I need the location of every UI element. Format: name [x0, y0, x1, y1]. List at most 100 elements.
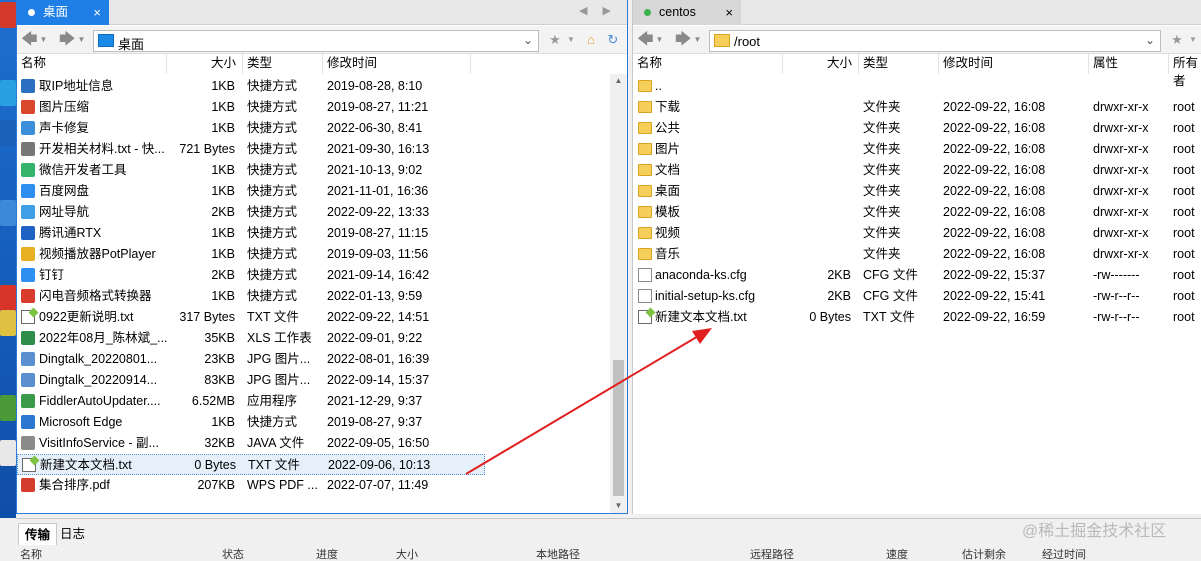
column-header-name[interactable]: 名称	[633, 54, 783, 74]
file-type: JAVA 文件	[247, 436, 305, 450]
file-row[interactable]: 下载 文件夹 2022-09-22, 16:08 drwxr-xr-x root	[633, 97, 1201, 118]
watermark: @稀土掘金技术社区	[1022, 523, 1167, 540]
file-row[interactable]: 0922更新说明.txt 317 Bytes TXT 文件 2022-09-22, 1…	[17, 307, 627, 328]
refresh-icon[interactable]: ↻	[605, 32, 621, 48]
local-vertical-scrollbar[interactable]: ▲ ▼	[610, 74, 627, 513]
bookmark-star-icon[interactable]: ★	[547, 32, 563, 48]
transfer-column-header-item[interactable]: 远程路径	[750, 549, 794, 561]
desktop-shortcut-icon[interactable]	[0, 310, 16, 336]
file-size: 2KB	[827, 268, 851, 282]
file-name: 声卡修复	[39, 121, 90, 135]
file-row[interactable]: 桌面 文件夹 2022-09-22, 16:08 drwxr-xr-x root	[633, 181, 1201, 202]
back-button[interactable]: 🡄 ▼	[21, 30, 51, 50]
file-row[interactable]: 模板 文件夹 2022-09-22, 16:08 drwxr-xr-x root	[633, 202, 1201, 223]
file-row[interactable]: 文档 文件夹 2022-09-22, 16:08 drwxr-xr-x root	[633, 160, 1201, 181]
scroll-down-icon[interactable]: ▼	[610, 499, 627, 513]
column-header-name[interactable]: 名称	[17, 54, 167, 74]
file-owner: root	[1173, 100, 1195, 114]
desktop-shortcut-icon[interactable]	[0, 440, 16, 466]
transfer-column-header-item[interactable]: 经过时间	[1042, 549, 1086, 561]
bookmark-star-icon[interactable]: ★	[1169, 32, 1185, 48]
desktop-shortcut-icon[interactable]	[0, 2, 16, 28]
file-row[interactable]: 图片压缩 1KB 快捷方式 2019-08-27, 11:21	[17, 97, 627, 118]
file-row[interactable]: 声卡修复 1KB 快捷方式 2022-06-30, 8:41	[17, 118, 627, 139]
file-row[interactable]: initial-setup-ks.cfg 2KB CFG 文件 2022-09-22,…	[633, 286, 1201, 307]
chevron-down-icon[interactable]: ▼	[1185, 32, 1201, 48]
close-icon[interactable]: ×	[93, 0, 101, 25]
file-name: 集合排序.pdf	[39, 478, 110, 492]
file-row[interactable]: Microsoft Edge 1KB 快捷方式 2019-08-27, 9:37	[17, 412, 627, 433]
forward-button[interactable]: 🡆 ▼	[675, 30, 705, 50]
chevron-down-icon[interactable]: ⌄	[523, 33, 533, 47]
tab-remote-centos[interactable]: centos ×	[633, 0, 741, 25]
file-name: anaconda-ks.cfg	[655, 268, 747, 282]
file-row[interactable]: 微信开发者工具 1KB 快捷方式 2021-10-13, 9:02	[17, 160, 627, 181]
file-row[interactable]: 集合排序.pdf 207KB WPS PDF ... 2022-07-07, 11:4…	[17, 475, 627, 496]
desktop-shortcut-icon[interactable]	[0, 120, 16, 146]
file-row[interactable]: 音乐 文件夹 2022-09-22, 16:08 drwxr-xr-x root	[633, 244, 1201, 265]
transfer-column-header-item[interactable]: 本地路径	[536, 549, 580, 561]
file-row[interactable]: Dingtalk_20220801... 23KB JPG 图片... 2022-08…	[17, 349, 627, 370]
scroll-up-icon[interactable]: ▲	[610, 74, 627, 88]
column-header-modified[interactable]: 修改时间	[323, 54, 471, 74]
file-row[interactable]: FiddlerAutoUpdater.... 6.52MB 应用程序 2021-12-…	[17, 391, 627, 412]
transfer-column-header-item[interactable]: 名称	[20, 549, 42, 561]
file-row[interactable]: 取IP地址信息 1KB 快捷方式 2019-08-28, 8:10	[17, 76, 627, 97]
desktop-shortcut-icon[interactable]	[0, 200, 16, 226]
file-row[interactable]: Dingtalk_20220914... 83KB JPG 图片... 2022-09…	[17, 370, 627, 391]
file-row[interactable]: ..	[633, 76, 1201, 97]
file-row[interactable]: 公共 文件夹 2022-09-22, 16:08 drwxr-xr-x root	[633, 118, 1201, 139]
file-row[interactable]: 新建文本文档.txt 0 Bytes TXT 文件 2022-09-06, 10:13	[17, 454, 485, 475]
column-header-type[interactable]: 类型	[859, 54, 939, 74]
transfer-column-header-item[interactable]: 速度	[886, 549, 908, 561]
transfer-column-header-item[interactable]: 大小	[396, 549, 418, 561]
file-attributes: drwxr-xr-x	[1093, 163, 1149, 177]
file-row[interactable]: VisitInfoService - 副... 32KB JAVA 文件 2022-0…	[17, 433, 627, 454]
desktop-shortcut-icon[interactable]	[0, 285, 16, 311]
file-row[interactable]: 开发相关材料.txt - 快... 721 Bytes 快捷方式 2021-09-30…	[17, 139, 627, 160]
tab-log[interactable]: 日志	[54, 523, 91, 545]
file-row[interactable]: 视频 文件夹 2022-09-22, 16:08 drwxr-xr-x root	[633, 223, 1201, 244]
column-header-attributes[interactable]: 属性	[1089, 54, 1169, 74]
column-header-owner[interactable]: 所有者	[1169, 54, 1201, 88]
column-header-modified[interactable]: 修改时间	[939, 54, 1089, 74]
file-name: 腾讯通RTX	[39, 226, 102, 240]
file-size	[783, 139, 851, 160]
back-button[interactable]: 🡄 ▼	[637, 30, 667, 50]
tab-scroll-arrows-icon[interactable]: ◀ ▶	[579, 4, 617, 17]
column-header-type[interactable]: 类型	[243, 54, 323, 74]
chevron-down-icon[interactable]: ⌄	[1145, 33, 1155, 47]
tab-transfer[interactable]: 传输	[18, 523, 58, 545]
file-row[interactable]: 2022年08月_陈林斌_... 35KB XLS 工作表 2022-09-01, 9…	[17, 328, 627, 349]
chevron-down-icon[interactable]: ▼	[563, 32, 579, 48]
file-row[interactable]: 闪电音频格式转换器 1KB 快捷方式 2022-01-13, 9:59	[17, 286, 627, 307]
file-row[interactable]: 钉钉 2KB 快捷方式 2021-09-14, 16:42	[17, 265, 627, 286]
desktop-shortcut-icon[interactable]	[0, 80, 16, 106]
file-row[interactable]: 网址导航 2KB 快捷方式 2022-09-22, 13:33	[17, 202, 627, 223]
file-row[interactable]: 图片 文件夹 2022-09-22, 16:08 drwxr-xr-x root	[633, 139, 1201, 160]
file-row[interactable]: anaconda-ks.cfg 2KB CFG 文件 2022-09-22, 15:3…	[633, 265, 1201, 286]
file-row[interactable]: 腾讯通RTX 1KB 快捷方式 2019-08-27, 11:15	[17, 223, 627, 244]
local-address-field[interactable]: 桌面 ⌄	[93, 30, 539, 52]
remote-address-field[interactable]: /root ⌄	[709, 30, 1161, 52]
tab-local-desktop[interactable]: 桌面 ×	[17, 0, 109, 25]
file-row[interactable]: 新建文本文档.txt 0 Bytes TXT 文件 2022-09-22, 16:59…	[633, 307, 1201, 328]
column-header-size[interactable]: 大小	[167, 54, 243, 74]
file-modified: 2019-08-27, 11:15	[327, 226, 429, 240]
file-row[interactable]: 百度网盘 1KB 快捷方式 2021-11-01, 16:36	[17, 181, 627, 202]
scrollbar-thumb[interactable]	[613, 360, 624, 496]
file-modified: 2022-09-22, 16:08	[943, 100, 1046, 114]
column-header-size[interactable]: 大小	[783, 54, 859, 74]
file-type: 文件夹	[863, 100, 901, 114]
home-folder-icon[interactable]: ⌂	[583, 32, 599, 48]
transfer-column-header-item[interactable]: 进度	[316, 549, 338, 561]
file-modified: 2022-06-30, 8:41	[327, 121, 423, 135]
transfer-column-header-item[interactable]: 状态	[222, 549, 244, 561]
desktop-shortcut-icon[interactable]	[0, 395, 16, 421]
transfer-column-header-item[interactable]: 估计剩余	[962, 549, 1006, 561]
file-attributes: -rw-r--r--	[1093, 289, 1140, 303]
forward-button[interactable]: 🡆 ▼	[59, 30, 89, 50]
file-row[interactable]: 视频播放器PotPlayer 1KB 快捷方式 2019-09-03, 11:56	[17, 244, 627, 265]
file-modified: 2019-09-03, 11:56	[327, 247, 429, 261]
close-icon[interactable]: ×	[725, 0, 733, 25]
